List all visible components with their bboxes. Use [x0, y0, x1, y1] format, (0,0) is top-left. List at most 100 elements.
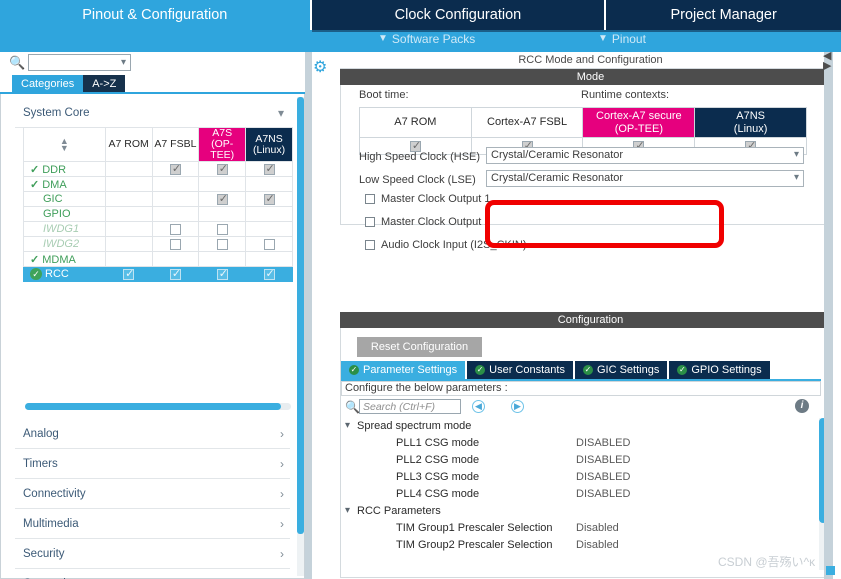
checkbox-master-clock-output-2[interactable]: Master Clock Output 2 — [365, 216, 490, 228]
cell-a7rom[interactable] — [104, 176, 153, 192]
checkbox-checked[interactable] — [216, 192, 228, 205]
cell-a7fsbl[interactable] — [151, 206, 200, 222]
group-computing[interactable]: Computing › — [15, 569, 290, 579]
param-value[interactable]: DISABLED — [576, 437, 630, 449]
param-group-row[interactable]: ▾ Spread spectrum mode — [341, 418, 821, 435]
right-panel-vscrollbar[interactable] — [824, 52, 833, 579]
checkbox-unchecked[interactable] — [169, 223, 181, 235]
checkbox-unchecked[interactable] — [216, 223, 228, 235]
table-row[interactable]: IWDG1 — [23, 221, 293, 237]
cell-a7rom[interactable] — [104, 191, 153, 207]
gear-icon[interactable]: ⚙ — [313, 57, 327, 77]
checkbox-unchecked[interactable] — [216, 238, 228, 250]
table-row[interactable]: ✓ MDMA — [23, 251, 293, 267]
cell-a7fsbl[interactable] — [151, 251, 200, 267]
info-icon[interactable]: i — [795, 399, 809, 413]
cell-a7fsbl[interactable] — [151, 266, 200, 282]
checkbox-unchecked[interactable] — [263, 238, 275, 250]
tab-pinout-configuration[interactable]: Pinout & Configuration — [0, 0, 310, 30]
checkbox-checked[interactable] — [216, 162, 228, 175]
table-row[interactable]: ✓ DDR — [23, 161, 293, 177]
param-row[interactable]: PLL1 CSG mode DISABLED — [341, 435, 821, 452]
group-multimedia[interactable]: Multimedia › — [15, 509, 290, 539]
scrollbar-thumb[interactable] — [297, 97, 304, 534]
search-input[interactable]: ▾ — [28, 54, 131, 71]
left-panel-vscrollbar[interactable] — [297, 97, 304, 576]
panel-splitter[interactable] — [305, 52, 312, 579]
checkbox-master-clock-output-1[interactable]: Master Clock Output 1 — [365, 193, 490, 205]
col-header-sort[interactable]: ▲ ▼ — [23, 127, 106, 162]
group-analog[interactable]: Analog › — [15, 419, 290, 449]
cell-a7rom[interactable] — [104, 266, 153, 282]
tab-parameter-settings[interactable]: ✓ Parameter Settings — [341, 361, 466, 379]
tab-user-constants[interactable]: ✓ User Constants — [467, 361, 573, 379]
chevron-down-icon[interactable]: ▾ — [278, 106, 284, 120]
checkbox-checked[interactable] — [216, 267, 228, 280]
cell-a7ns[interactable] — [245, 266, 293, 282]
table-row[interactable]: ✓ DMA — [23, 176, 293, 192]
cell-a7s[interactable] — [198, 191, 247, 207]
table-row[interactable]: IWDG2 — [23, 236, 293, 252]
group-system-core[interactable]: System Core ▾ — [15, 98, 290, 128]
param-value[interactable]: DISABLED — [576, 488, 630, 500]
cell-a7s[interactable] — [198, 161, 247, 177]
cell-a7fsbl[interactable] — [151, 161, 200, 177]
chevron-down-icon[interactable]: ▾ — [794, 149, 799, 160]
scrollbar-thumb[interactable] — [25, 403, 281, 410]
param-value[interactable]: DISABLED — [576, 454, 630, 466]
group-connectivity[interactable]: Connectivity › — [15, 479, 290, 509]
cell-a7ns[interactable] — [245, 176, 293, 192]
cell-a7s[interactable] — [198, 266, 247, 282]
cell-a7rom[interactable] — [104, 206, 153, 222]
checkbox-unchecked[interactable] — [169, 238, 181, 250]
cell-a7ns[interactable] — [245, 236, 293, 252]
cell-a7ns[interactable] — [245, 251, 293, 267]
chevron-right-icon[interactable]: › — [280, 517, 284, 531]
tab-gic-settings[interactable]: ✓ GIC Settings — [574, 361, 668, 379]
param-row[interactable]: PLL4 CSG mode DISABLED — [341, 486, 821, 503]
peripheral-table-hscrollbar[interactable] — [25, 403, 291, 410]
cell-a7s[interactable] — [198, 236, 247, 252]
cell-a7fsbl[interactable] — [151, 191, 200, 207]
cell-a7fsbl[interactable] — [151, 176, 200, 192]
table-row-selected[interactable]: ✓ RCC — [23, 266, 293, 282]
tab-clock-configuration[interactable]: Clock Configuration — [311, 0, 605, 30]
param-value[interactable]: Disabled — [576, 539, 619, 551]
param-row[interactable]: TIM Group2 Prescaler Selection Disabled — [341, 537, 821, 554]
param-group-row[interactable]: ▾ RCC Parameters — [341, 503, 821, 520]
checkbox-checked[interactable] — [123, 267, 134, 280]
cell-a7fsbl[interactable] — [151, 221, 200, 237]
table-row[interactable]: GIC — [23, 191, 293, 207]
checkbox-audio-clock-input[interactable]: Audio Clock Input (I2S_CKIN) — [365, 239, 527, 251]
chevron-down-icon[interactable]: ▾ — [121, 57, 126, 68]
checkbox-checked[interactable] — [169, 162, 181, 175]
chevron-down-icon[interactable]: ▾ — [345, 505, 350, 516]
menu-pinout[interactable]: ▼ Pinout — [598, 32, 646, 46]
parameter-search-input[interactable]: Search (Ctrl+F) — [359, 399, 461, 414]
cell-a7s[interactable] — [198, 176, 247, 192]
cell-a7rom[interactable] — [104, 221, 153, 237]
chevron-down-icon[interactable]: ▾ — [345, 420, 350, 431]
cell-a7rom[interactable] — [104, 161, 153, 177]
menu-software-packs[interactable]: ▼ Software Packs — [378, 32, 475, 46]
cell-a7ns[interactable] — [245, 191, 293, 207]
chevron-right-icon[interactable]: › — [280, 547, 284, 561]
checkbox-checked[interactable] — [263, 192, 275, 205]
tab-project-manager[interactable]: Project Manager — [606, 0, 841, 30]
chevron-right-icon[interactable]: › — [280, 487, 284, 501]
group-security[interactable]: Security › — [15, 539, 290, 569]
checkbox-checked[interactable] — [169, 267, 181, 280]
cell-a7ns[interactable] — [245, 221, 293, 237]
checkbox-checked[interactable] — [409, 139, 421, 152]
group-timers[interactable]: Timers › — [15, 449, 290, 479]
cell-a7ns[interactable] — [245, 161, 293, 177]
checkbox-unchecked[interactable] — [365, 194, 375, 204]
cell-a7s[interactable] — [198, 251, 247, 267]
lse-select[interactable]: Crystal/Ceramic Resonator ▾ — [486, 170, 804, 187]
param-row[interactable]: PLL2 CSG mode DISABLED — [341, 452, 821, 469]
checkbox-unchecked[interactable] — [365, 217, 375, 227]
cell-a7ns[interactable] — [245, 206, 293, 222]
param-value[interactable]: Disabled — [576, 522, 619, 534]
param-row[interactable]: TIM Group1 Prescaler Selection Disabled — [341, 520, 821, 537]
param-row[interactable]: PLL3 CSG mode DISABLED — [341, 469, 821, 486]
